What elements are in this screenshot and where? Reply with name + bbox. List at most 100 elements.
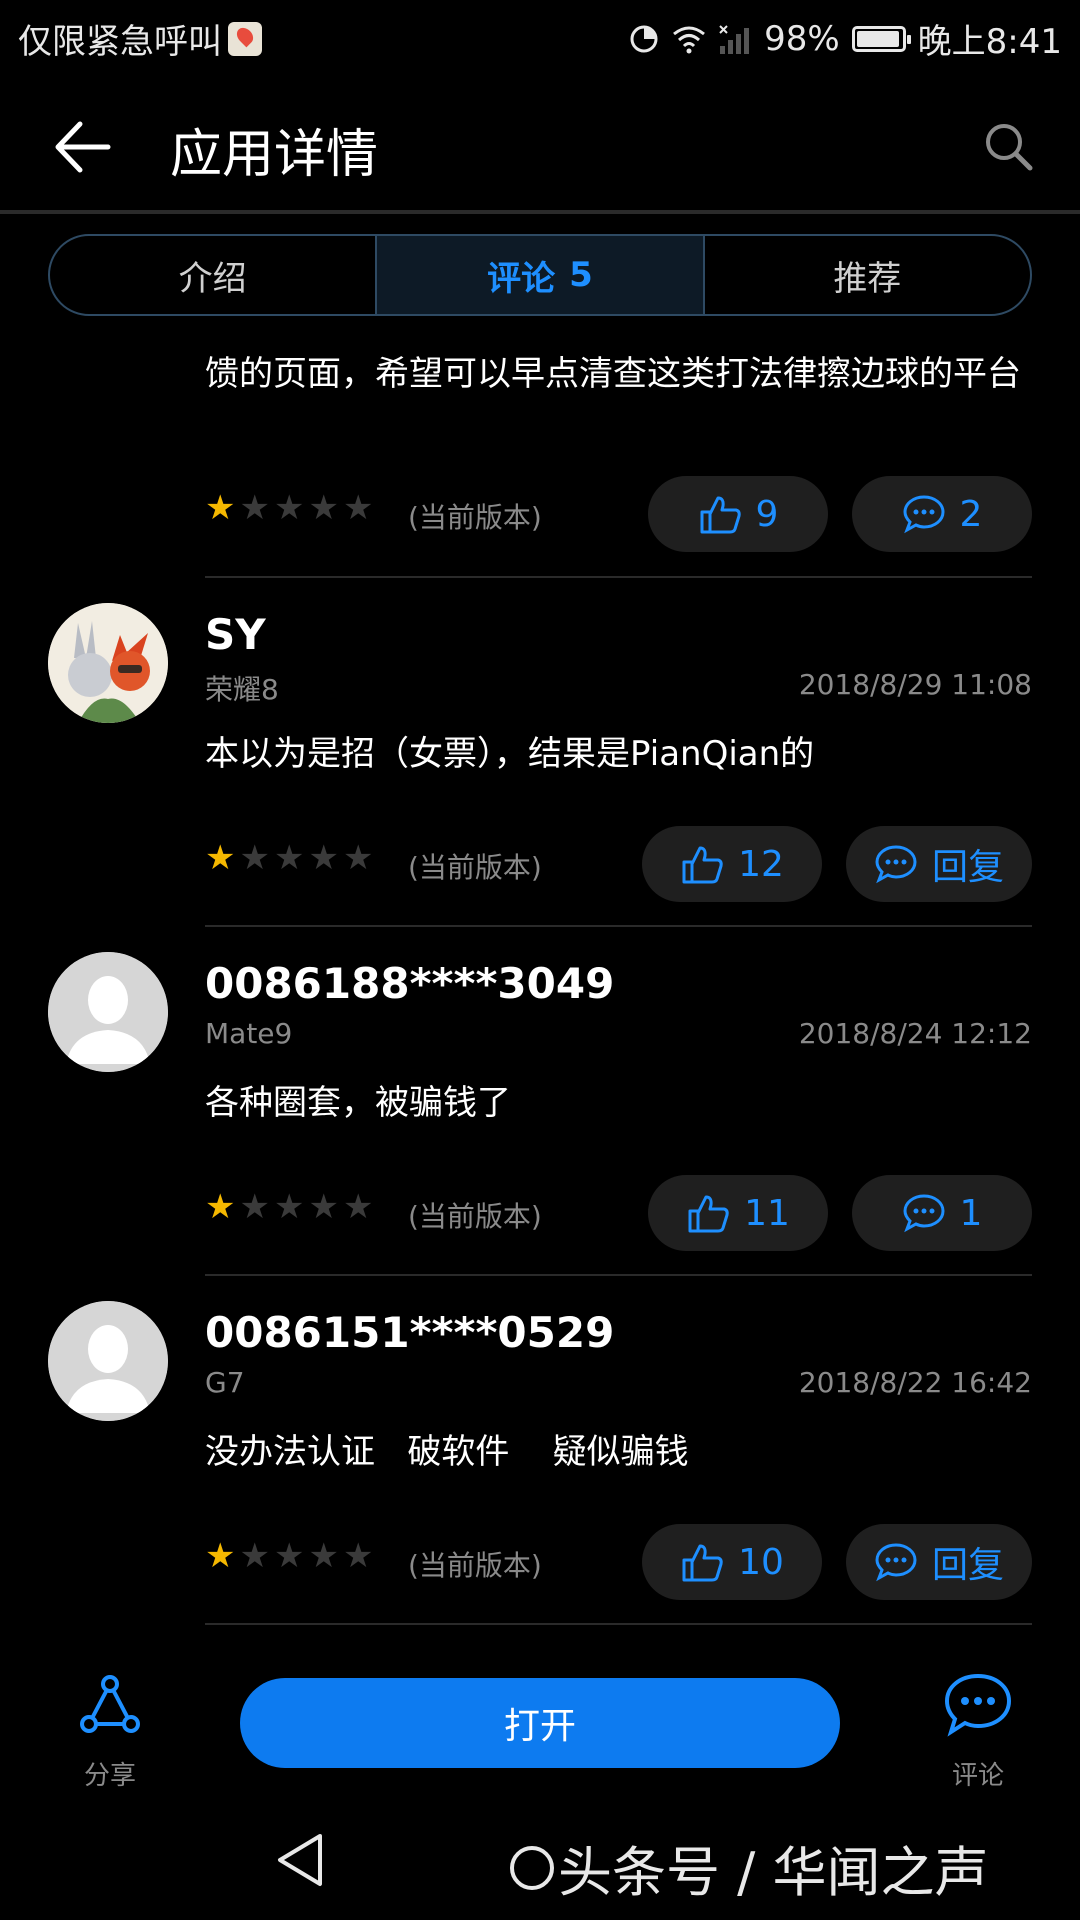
carrier-text: 仅限紧急呼叫 — [18, 22, 222, 62]
chat-bubble-icon — [903, 495, 945, 534]
header-divider — [0, 210, 1080, 214]
nav-back-icon[interactable] — [270, 1830, 330, 1890]
data-saver-icon — [630, 25, 658, 52]
battery-percent: 98% — [764, 18, 840, 59]
comment-label: 评论 — [951, 1761, 1004, 1791]
bottom-action-bar: 分享 打开 评论 — [0, 1650, 1080, 1800]
reply-button[interactable]: 回复 — [846, 826, 1032, 902]
star-icon: ★ — [205, 1536, 236, 1576]
review-datetime: 2018/8/29 11:08 — [798, 668, 1032, 701]
review-content: 没办法认证 破软件 疑似骗钱 — [205, 1432, 689, 1472]
default-avatar-icon — [48, 1301, 168, 1421]
star-icon: ★ — [239, 488, 270, 528]
star-rating: ★ ★ ★ ★ ★ — [205, 838, 373, 878]
star-icon: ★ — [239, 838, 270, 878]
star-icon: ★ — [205, 838, 236, 878]
star-icon: ★ — [342, 1536, 374, 1576]
like-button[interactable]: 10 — [642, 1524, 822, 1600]
star-icon: ★ — [273, 1536, 305, 1576]
review-divider — [205, 1623, 1032, 1625]
version-label: (当前版本) — [408, 851, 542, 884]
map-app-icon — [228, 21, 262, 56]
review-list[interactable]: 馈的页面，希望可以早点清查这类打法律擦边球的平台 ★ ★ ★ ★ ★ (当前版本… — [0, 318, 1080, 1648]
comment-button[interactable]: 评论 — [928, 1650, 1028, 1800]
avatar[interactable] — [48, 952, 168, 1072]
star-icon: ★ — [273, 838, 305, 878]
share-button[interactable]: 分享 — [60, 1650, 160, 1800]
reply-label: 回复 — [931, 847, 1004, 888]
status-bar: 仅限紧急呼叫 98% 晚上8:41 — [0, 0, 1080, 72]
review-content: 各种圈套，被骗钱了 — [205, 1083, 511, 1123]
review-item: 0086151****0529 G7 2018/8/22 16:42 没办法认证… — [0, 1276, 1080, 1625]
avatar-illustration — [48, 603, 168, 723]
share-label: 分享 — [83, 1761, 136, 1791]
version-label: (当前版本) — [408, 1549, 542, 1582]
wifi-icon — [673, 26, 705, 53]
signal-icon — [719, 24, 750, 54]
star-icon: ★ — [273, 488, 305, 528]
like-count: 12 — [738, 843, 784, 885]
avatar[interactable] — [48, 1301, 168, 1421]
star-rating: ★ ★ ★ ★ ★ — [205, 1187, 373, 1227]
review-count-badge: 5 — [569, 255, 593, 295]
star-icon: ★ — [308, 488, 339, 528]
reply-button[interactable]: 回复 — [846, 1524, 1032, 1600]
star-rating: ★ ★ ★ ★ ★ — [205, 488, 373, 528]
review-item: SY 荣耀8 2018/8/29 11:08 本以为是招（女票），结果是Pian… — [0, 578, 1080, 927]
review-content: 馈的页面，希望可以早点清查这类打法律擦边球的平台 — [205, 354, 1021, 394]
like-button[interactable]: 9 — [648, 476, 828, 552]
review-device: 荣耀8 — [205, 673, 279, 706]
thumbs-up-icon — [688, 1195, 729, 1233]
back-arrow-icon[interactable] — [48, 112, 118, 182]
review-datetime: 2018/8/22 16:42 — [798, 1366, 1032, 1399]
share-icon — [80, 1675, 140, 1733]
like-button[interactable]: 12 — [642, 826, 822, 902]
star-icon: ★ — [308, 1187, 339, 1227]
avatar[interactable] — [48, 603, 168, 723]
star-icon: ★ — [239, 1536, 270, 1576]
system-nav-bar: 头条号 / 华闻之声 — [0, 1800, 1080, 1920]
watermark-text: 头条号 / 华闻之声 — [558, 1841, 989, 1904]
review-item: 馈的页面，希望可以早点清查这类打法律擦边球的平台 ★ ★ ★ ★ ★ (当前版本… — [0, 318, 1080, 578]
star-icon: ★ — [342, 838, 374, 878]
version-label: (当前版本) — [408, 501, 542, 534]
clock: 晚上8:41 — [917, 22, 1062, 62]
like-button[interactable]: 11 — [648, 1175, 828, 1251]
star-icon: ★ — [239, 1187, 270, 1227]
thumbs-up-icon — [682, 846, 723, 884]
star-icon: ★ — [273, 1187, 305, 1227]
reply-count: 2 — [959, 493, 983, 535]
reply-button[interactable]: 1 — [852, 1175, 1032, 1251]
thumbs-up-icon — [682, 1544, 723, 1582]
page-title: 应用详情 — [170, 125, 379, 185]
chat-bubble-icon — [944, 1673, 1012, 1737]
star-icon: ★ — [308, 1536, 339, 1576]
star-rating: ★ ★ ★ ★ ★ — [205, 1536, 373, 1576]
reply-count: 1 — [959, 1192, 983, 1234]
chat-bubble-icon — [875, 1543, 917, 1582]
open-app-button[interactable]: 打开 — [240, 1678, 840, 1768]
review-username: 0086151****0529 — [205, 1308, 615, 1357]
tab-reviews[interactable]: 评论 5 — [375, 236, 703, 314]
watermark: 头条号 / 华闻之声 — [510, 1828, 989, 1907]
like-count: 10 — [738, 1541, 784, 1583]
search-icon[interactable] — [980, 118, 1036, 174]
like-count: 9 — [755, 493, 779, 535]
review-username: SY — [205, 610, 266, 659]
review-item: 0086188****3049 Mate9 2018/8/24 12:12 各种… — [0, 927, 1080, 1276]
version-label: (当前版本) — [408, 1200, 542, 1233]
reply-button[interactable]: 2 — [852, 476, 1032, 552]
review-datetime: 2018/8/24 12:12 — [798, 1017, 1032, 1050]
chat-bubble-icon — [875, 845, 917, 884]
tab-recommend[interactable]: 推荐 — [702, 236, 1030, 314]
reply-label: 回复 — [931, 1545, 1004, 1586]
star-icon: ★ — [308, 838, 339, 878]
star-icon: ★ — [205, 1187, 236, 1227]
tab-intro[interactable]: 介绍 — [50, 236, 375, 314]
review-device: G7 — [205, 1366, 245, 1399]
chat-bubble-icon — [903, 1194, 945, 1233]
review-device: Mate9 — [205, 1017, 293, 1050]
review-content: 本以为是招（女票），结果是PianQian的 — [205, 734, 815, 774]
battery-icon — [851, 25, 911, 52]
home-circle-icon[interactable] — [510, 1845, 554, 1890]
